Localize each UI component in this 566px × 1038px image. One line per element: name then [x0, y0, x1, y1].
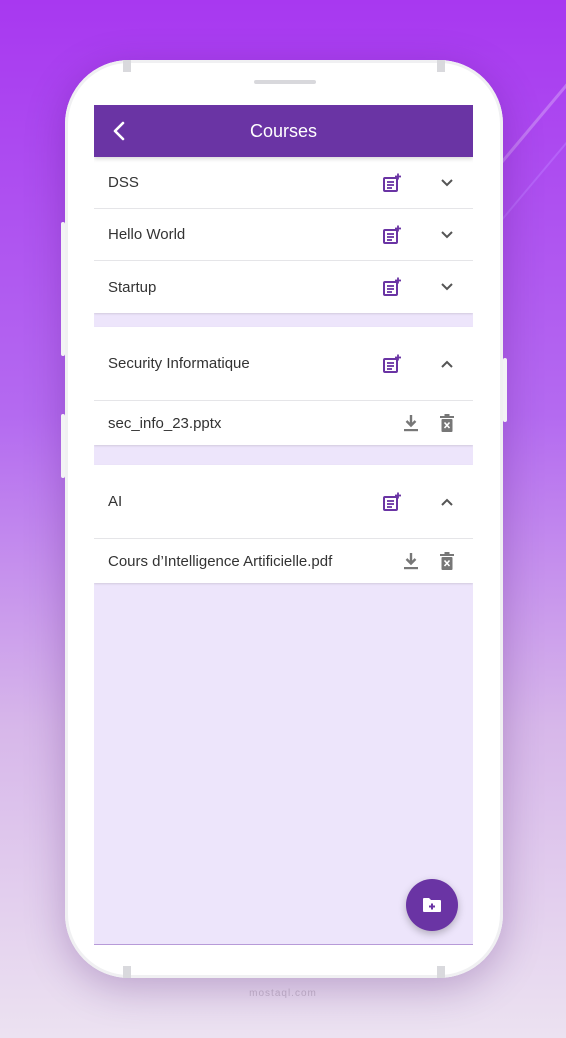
note-add-icon[interactable] [381, 172, 403, 194]
phone-speaker [254, 80, 316, 84]
download-icon[interactable] [401, 551, 421, 571]
page-title: Courses [249, 120, 318, 141]
course-row-hello-world[interactable]: Hello World [94, 209, 473, 261]
note-add-icon[interactable] [381, 224, 403, 246]
chevron-down-icon[interactable] [437, 277, 457, 297]
phone-side-button [61, 414, 65, 478]
watermark: mostaql.com [249, 988, 317, 999]
create-folder-icon [422, 897, 442, 913]
note-add-icon[interactable] [381, 276, 403, 298]
course-row-dss[interactable]: DSS [94, 157, 473, 209]
app-screen: Courses DSS Hello World Startup Security… [94, 105, 473, 945]
delete-icon[interactable] [437, 551, 457, 571]
delete-icon[interactable] [437, 413, 457, 433]
course-name: Hello World [108, 226, 186, 243]
phone-frame: Courses DSS Hello World Startup Security… [61, 60, 507, 978]
download-icon[interactable] [401, 413, 421, 433]
file-name: Cours d’Intelligence Artificielle.pdf [108, 552, 333, 570]
screen-divider [94, 944, 473, 945]
chevron-down-icon[interactable] [437, 173, 457, 193]
note-add-icon[interactable] [381, 491, 403, 513]
course-name: AI [108, 493, 123, 510]
course-card-ai: AI Cours d’Intelligence Artificielle.pdf [94, 465, 473, 583]
create-folder-button[interactable] [406, 879, 458, 931]
file-item[interactable]: sec_info_23.pptx [94, 401, 473, 445]
file-name: sec_info_23.pptx [108, 414, 222, 432]
phone-notch [437, 966, 445, 978]
course-row-security-informatique[interactable]: Security Informatique [94, 327, 473, 401]
chevron-left-icon[interactable] [108, 119, 130, 143]
app-bar: Courses [94, 105, 473, 157]
chevron-up-icon[interactable] [437, 354, 457, 374]
course-row-ai[interactable]: AI [94, 465, 473, 539]
file-item[interactable]: Cours d’Intelligence Artificielle.pdf [94, 539, 473, 583]
course-card-security-informatique: Security Informatique sec_info_23.pptx [94, 327, 473, 445]
course-name: Startup [108, 278, 157, 296]
chevron-up-icon[interactable] [437, 492, 457, 512]
phone-notch [123, 966, 131, 978]
phone-notch [437, 60, 445, 72]
course-row-startup[interactable]: Startup [94, 261, 473, 313]
note-add-icon[interactable] [381, 353, 403, 375]
course-name: DSS [108, 174, 139, 191]
chevron-down-icon[interactable] [437, 225, 457, 245]
phone-side-button [503, 358, 507, 422]
course-list: DSS Hello World Startup [94, 157, 473, 313]
phone-side-button [61, 222, 65, 356]
phone-notch [123, 60, 131, 72]
course-name: Security Informatique [108, 355, 250, 372]
